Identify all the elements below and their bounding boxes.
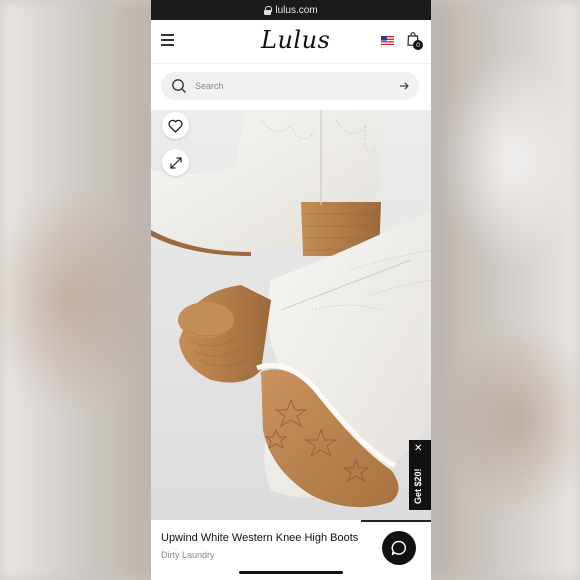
- cart-count-badge: 0: [413, 40, 423, 50]
- site-logo[interactable]: Lulus: [261, 26, 330, 54]
- url-text[interactable]: lulus.com: [275, 5, 317, 16]
- heart-icon: [168, 119, 183, 133]
- product-title: Upwind White Western Knee High Boots: [161, 532, 359, 544]
- chat-button[interactable]: [382, 531, 416, 565]
- product-image[interactable]: [151, 110, 431, 520]
- wishlist-button[interactable]: [162, 112, 189, 139]
- site-header: Lulus 0: [151, 20, 431, 64]
- promo-label[interactable]: Get $20!: [413, 468, 423, 504]
- close-icon[interactable]: ✕: [414, 444, 422, 454]
- status-bar: lulus.com: [151, 0, 431, 20]
- search-icon: [172, 79, 186, 93]
- lock-icon: [264, 6, 273, 15]
- menu-icon[interactable]: [161, 34, 174, 46]
- arrow-right-icon[interactable]: [399, 81, 409, 91]
- phone-screen: lulus.com Lulus 0 Search ✕ Get $20! Upwi…: [151, 0, 431, 580]
- expand-image-button[interactable]: [162, 149, 189, 176]
- us-flag-icon[interactable]: [381, 36, 394, 45]
- divider: [361, 520, 431, 522]
- product-brand[interactable]: Dirty Laundry: [161, 550, 215, 560]
- boots-illustration: [151, 110, 431, 520]
- search-input[interactable]: [195, 76, 385, 96]
- promo-tab[interactable]: ✕ Get $20!: [409, 440, 431, 510]
- chat-icon: [391, 540, 407, 556]
- expand-icon: [169, 156, 182, 169]
- home-indicator: [239, 571, 343, 574]
- search-bar: [161, 72, 419, 100]
